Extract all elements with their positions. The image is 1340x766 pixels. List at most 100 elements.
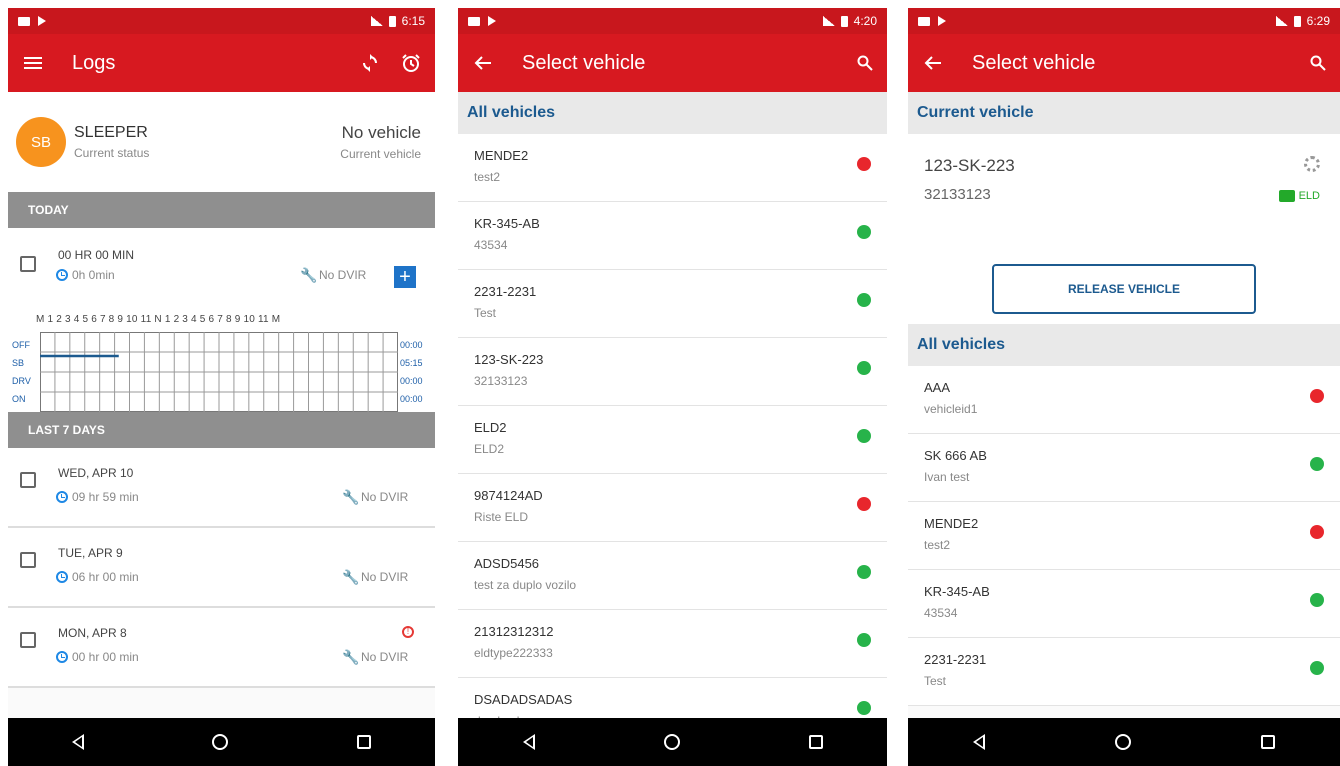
wrench-icon: 🔧 bbox=[300, 267, 318, 283]
back-arrow-icon[interactable] bbox=[474, 55, 492, 71]
nav-back-icon[interactable] bbox=[973, 734, 985, 750]
vehicle-list-item[interactable]: 123-SK-223 32133123 bbox=[458, 338, 887, 406]
nav-home-icon[interactable] bbox=[1115, 734, 1131, 750]
today-log-card[interactable]: 00 HR 00 MIN 0h 0min 🔧 No DVIR + M 1 2 3 … bbox=[8, 228, 435, 412]
nav-back-icon[interactable] bbox=[522, 734, 535, 750]
day-log-item[interactable]: MON, APR 8 00 hr 00 min 🔧 No DVIR! bbox=[8, 608, 435, 688]
clock-time: 6:29 bbox=[1306, 14, 1330, 28]
release-vehicle-button[interactable]: RELEASE VEHICLE bbox=[992, 264, 1256, 314]
signal-icon bbox=[822, 16, 835, 26]
wrench-icon: 🔧 bbox=[342, 649, 360, 665]
eld-badge: ELD bbox=[1278, 190, 1320, 202]
add-dvir-button[interactable]: + bbox=[394, 266, 416, 288]
vehicle-sub: Current vehicle bbox=[340, 147, 421, 161]
page-title: Select vehicle bbox=[522, 51, 646, 74]
vehicle-list-item[interactable]: KR-345-AB 43534 bbox=[908, 570, 1340, 638]
nav-back-icon[interactable] bbox=[72, 734, 85, 750]
vehicle-name: DSADADSADAS bbox=[474, 692, 573, 707]
page-title: Select vehicle bbox=[972, 51, 1096, 74]
day-date: TUE, APR 9 bbox=[58, 546, 123, 560]
vehicle-list-item[interactable]: 2231-2231 Test bbox=[908, 638, 1340, 706]
nav-recent-icon[interactable] bbox=[356, 735, 371, 749]
day-log-item[interactable]: TUE, APR 9 06 hr 00 min 🔧 No DVIR bbox=[8, 528, 435, 608]
vehicle-list-item[interactable]: ELD2 ELD2 bbox=[458, 406, 887, 474]
vehicle-name: 21312312312 bbox=[474, 624, 554, 639]
vehicle-name: 2231-2231 bbox=[474, 284, 537, 299]
vehicle-id: Riste ELD bbox=[474, 510, 529, 524]
sync-icon[interactable] bbox=[361, 54, 379, 72]
nav-recent-icon[interactable] bbox=[808, 735, 823, 749]
vehicle-id: test2 bbox=[474, 170, 501, 184]
play-icon bbox=[488, 16, 496, 26]
vehicle-list-item[interactable]: AAA vehicleid1 bbox=[908, 366, 1340, 434]
vehicle-list-item[interactable]: 21312312312 eldtype222333 bbox=[458, 610, 887, 678]
gear-icon[interactable] bbox=[1304, 156, 1320, 172]
select-vehicle-current-screen: 6:29 Select vehicle Current vehicle 123-… bbox=[908, 8, 1340, 766]
app-bar: Select vehicle bbox=[908, 34, 1340, 92]
day-checkbox[interactable] bbox=[20, 632, 36, 648]
nav-recent-icon[interactable] bbox=[1261, 735, 1275, 749]
alarm-icon[interactable] bbox=[401, 53, 421, 73]
vehicle-list-item[interactable]: MENDE2 test2 bbox=[458, 134, 887, 202]
wrench-icon: 🔧 bbox=[342, 489, 360, 505]
today-title: 00 HR 00 MIN bbox=[58, 248, 135, 262]
vehicle-name: MENDE2 bbox=[924, 516, 979, 531]
vehicle-status-dot bbox=[857, 157, 871, 171]
day-time: 06 hr 00 min bbox=[56, 570, 139, 584]
status-bar: 6:29 bbox=[908, 8, 1340, 34]
clock-icon bbox=[56, 491, 68, 503]
eld-icon bbox=[1278, 190, 1295, 202]
day-checkbox[interactable] bbox=[20, 552, 36, 568]
vehicle-list-item[interactable]: MENDE2 test2 bbox=[908, 502, 1340, 570]
nav-home-icon[interactable] bbox=[212, 734, 229, 750]
notification-icon bbox=[468, 16, 480, 26]
vehicle-list-item[interactable]: KR-345-AB 43534 bbox=[458, 202, 887, 270]
clock-icon bbox=[56, 651, 68, 663]
clock-time: 6:15 bbox=[401, 14, 425, 28]
search-icon[interactable] bbox=[857, 55, 873, 71]
vehicle-id: ELD2 bbox=[474, 442, 505, 456]
vehicle-list-item[interactable]: ADSD5456 test za duplo vozilo bbox=[458, 542, 887, 610]
vehicle-id: 32133123 bbox=[474, 374, 528, 388]
menu-icon[interactable] bbox=[24, 54, 42, 72]
warning-icon: ! bbox=[402, 626, 414, 638]
back-arrow-icon[interactable] bbox=[924, 55, 942, 71]
vehicle-name: ELD2 bbox=[474, 420, 507, 435]
status-sub: Current status bbox=[74, 146, 150, 160]
day-dvir: 🔧 No DVIR bbox=[342, 569, 409, 585]
vehicle-name: KR-345-AB bbox=[924, 584, 990, 599]
vehicle-id: Ivan test bbox=[924, 470, 970, 484]
current-status-card: SB SLEEPER Current status No vehicle Cur… bbox=[8, 92, 435, 192]
vehicle-name: 123-SK-223 bbox=[474, 352, 544, 367]
day-dvir: 🔧 No DVIR bbox=[342, 489, 409, 505]
today-dvir: 🔧 No DVIR bbox=[300, 267, 367, 283]
notification-icon bbox=[18, 16, 30, 26]
vehicle-id: Test bbox=[924, 674, 947, 688]
day-time: 00 hr 00 min bbox=[56, 650, 139, 664]
vehicle-status-dot bbox=[1310, 661, 1324, 675]
status-avatar: SB bbox=[16, 117, 66, 167]
today-checkbox[interactable] bbox=[20, 256, 36, 272]
current-vehicle-name: 123-SK-223 bbox=[924, 156, 1015, 175]
vehicle-id: test za duplo vozilo bbox=[474, 578, 577, 592]
vehicle-list-item[interactable]: 9874124AD Riste ELD bbox=[458, 474, 887, 542]
vehicle-status-dot bbox=[857, 701, 871, 715]
vehicle-list-item[interactable]: 2231-2231 Test bbox=[458, 270, 887, 338]
nav-home-icon[interactable] bbox=[663, 734, 680, 750]
vehicle-name: SK 666 AB bbox=[924, 448, 987, 463]
day-log-item[interactable]: WED, APR 10 09 hr 59 min 🔧 No DVIR bbox=[8, 448, 435, 528]
clock-icon bbox=[56, 269, 68, 281]
grid-row-totals: 00:00 05:15 00:00 00:00 bbox=[400, 340, 423, 404]
today-time: 0h 0min bbox=[56, 268, 115, 282]
day-checkbox[interactable] bbox=[20, 472, 36, 488]
vehicle-label: No vehicle bbox=[341, 123, 421, 142]
vehicle-status-dot bbox=[857, 293, 871, 307]
search-icon[interactable] bbox=[1310, 55, 1326, 71]
current-vehicle-id: 32133123 bbox=[924, 186, 991, 203]
current-vehicle-header: Current vehicle bbox=[908, 92, 1340, 134]
vehicle-list-item[interactable]: SK 666 AB Ivan test bbox=[908, 434, 1340, 502]
page-title: Logs bbox=[72, 51, 116, 74]
vehicle-status-dot bbox=[857, 565, 871, 579]
vehicle-status-dot bbox=[1310, 593, 1324, 607]
clock-time: 4:20 bbox=[853, 14, 877, 28]
